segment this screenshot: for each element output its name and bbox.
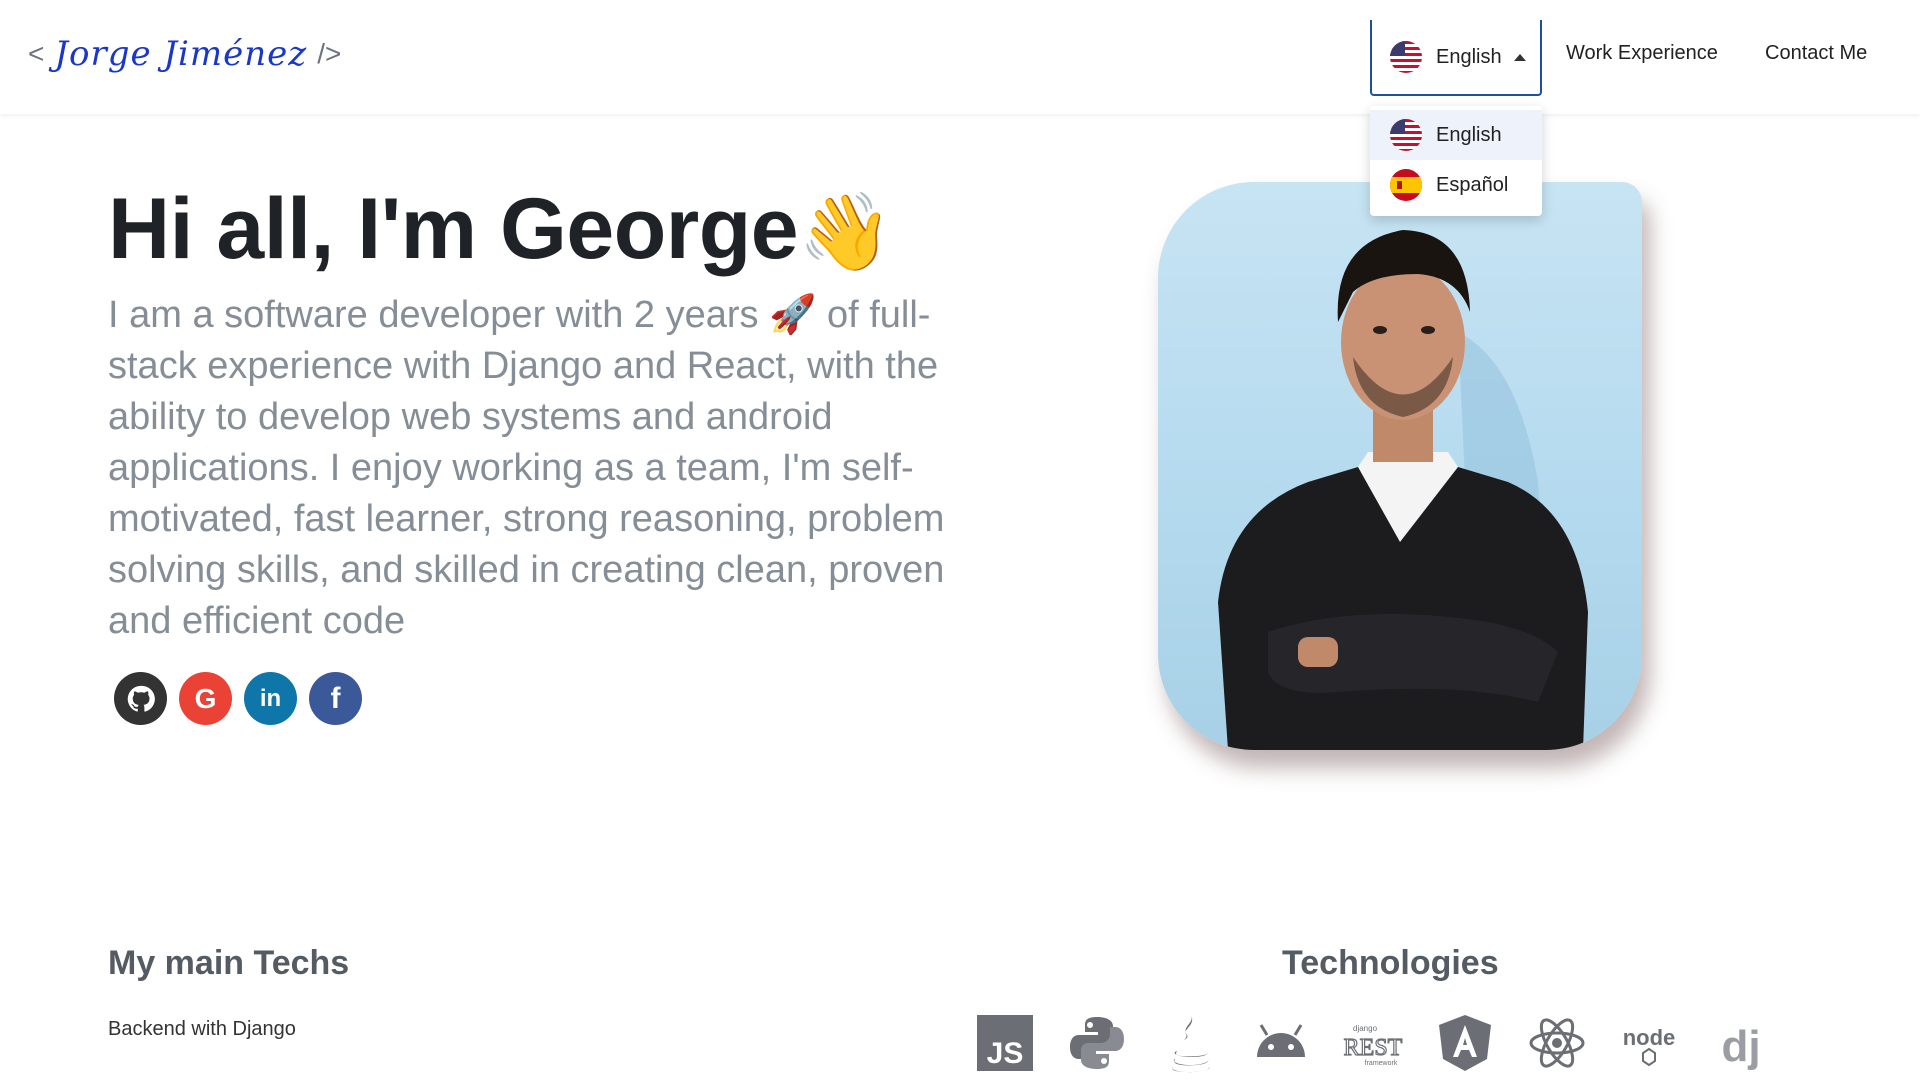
language-option-label: Español xyxy=(1436,173,1509,196)
github-icon[interactable] xyxy=(114,672,167,725)
svg-text:dj: dj xyxy=(1721,1022,1760,1071)
site-logo[interactable]: < Jorge Jiménez /> xyxy=(28,34,341,74)
nav-contact-me[interactable]: Contact Me xyxy=(1765,42,1867,65)
site-header: < Jorge Jiménez /> English Work Experien… xyxy=(0,0,1920,114)
hero-description-part1: I am a software developer with 2 years xyxy=(108,294,770,336)
nodejs-icon: node xyxy=(1614,1008,1684,1078)
linkedin-icon[interactable]: in xyxy=(244,672,297,725)
svg-text:framework: framework xyxy=(1365,1060,1398,1067)
language-select[interactable]: English xyxy=(1370,20,1542,96)
python-icon xyxy=(1062,1008,1132,1078)
javascript-icon: JS xyxy=(970,1008,1040,1078)
technologies-title: Technologies xyxy=(1282,944,1499,982)
us-flag-icon xyxy=(1390,119,1422,151)
svg-text:REST: REST xyxy=(1344,1035,1403,1061)
waving-hand-icon: 👋 xyxy=(798,190,893,275)
technologies-icons: JS django REST framework node dj xyxy=(970,1008,1776,1078)
profile-photo xyxy=(1158,182,1642,750)
google-icon[interactable]: G xyxy=(179,672,232,725)
language-dropdown: English Español xyxy=(1370,106,1542,216)
rocket-icon: 🚀 xyxy=(769,294,817,336)
react-icon xyxy=(1522,1008,1592,1078)
svg-text:django: django xyxy=(1353,1024,1378,1033)
hero-title: Hi all, I'm George👋 xyxy=(108,180,893,279)
logo-right-bracket: /> xyxy=(317,38,342,69)
django-icon: dj xyxy=(1706,1008,1776,1078)
logo-signature: Jorge Jiménez xyxy=(54,34,308,74)
svg-text:node: node xyxy=(1623,1025,1676,1050)
svg-text:JS: JS xyxy=(987,1037,1024,1070)
skill-label: Backend with Django xyxy=(108,1018,296,1040)
language-option-spanish[interactable]: Español xyxy=(1370,160,1542,210)
language-select-value: English xyxy=(1436,45,1502,68)
nav-work-experience[interactable]: Work Experience xyxy=(1566,42,1718,65)
django-rest-framework-icon: django REST framework xyxy=(1338,1008,1408,1078)
java-icon xyxy=(1154,1008,1224,1078)
hero-description: I am a software developer with 2 years 🚀… xyxy=(108,290,968,647)
social-links: G in f xyxy=(114,672,362,725)
main-techs-title: My main Techs xyxy=(108,944,350,982)
hero-description-part2: of full-stack experience with Django and… xyxy=(108,294,945,642)
logo-left-bracket: < xyxy=(28,38,45,69)
android-icon xyxy=(1246,1008,1316,1078)
facebook-icon[interactable]: f xyxy=(309,672,362,725)
spain-flag-icon xyxy=(1390,169,1422,201)
language-option-english[interactable]: English xyxy=(1370,110,1542,160)
caret-up-icon xyxy=(1513,53,1526,61)
angular-icon xyxy=(1430,1008,1500,1078)
language-option-label: English xyxy=(1436,123,1502,146)
hero-title-text: Hi all, I'm George xyxy=(108,181,799,277)
us-flag-icon xyxy=(1390,41,1422,73)
